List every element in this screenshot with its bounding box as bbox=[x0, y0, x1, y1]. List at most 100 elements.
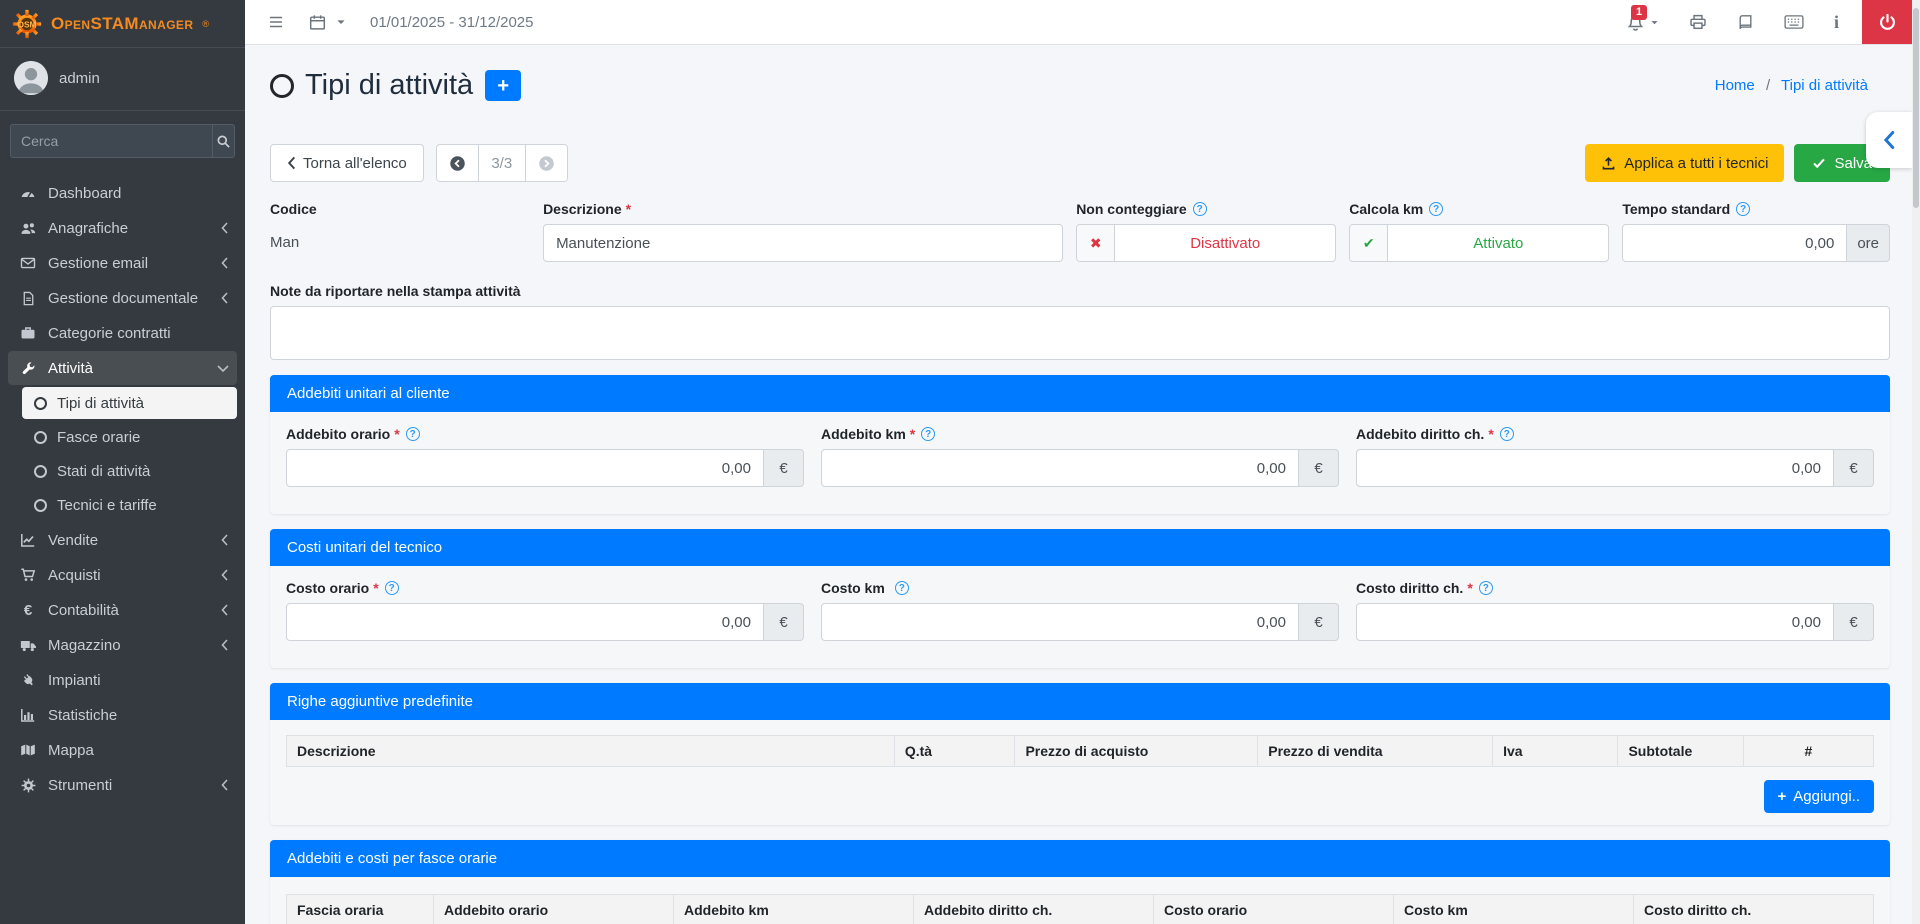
scrollbar-track[interactable] bbox=[1912, 0, 1920, 924]
descrizione-label: Descrizione bbox=[543, 201, 622, 217]
next-record-button[interactable] bbox=[525, 145, 567, 181]
sidebar-item-gestione-documentale[interactable]: Gestione documentale bbox=[8, 281, 237, 315]
help-icon[interactable]: ? bbox=[1193, 202, 1207, 216]
search-input[interactable] bbox=[10, 124, 212, 158]
required-asterisk: * bbox=[910, 426, 915, 442]
help-icon[interactable]: ? bbox=[1736, 202, 1750, 216]
sidebar-item-gestione-email[interactable]: Gestione email bbox=[8, 246, 237, 280]
chevron-down-icon bbox=[217, 364, 229, 373]
sidebar-item-impianti[interactable]: Impianti bbox=[8, 663, 237, 697]
apply-to-all-technicians-button[interactable]: Applica a tutti i tecnici bbox=[1585, 144, 1784, 182]
righe-aggiuntive-table: Descrizione Q.tà Prezzo di acquisto Prez… bbox=[286, 735, 1874, 767]
breadcrumb-current-link[interactable]: Tipi di attività bbox=[1781, 77, 1868, 94]
tempo-standard-input[interactable] bbox=[1622, 224, 1847, 262]
help-icon[interactable]: ? bbox=[385, 581, 399, 595]
wrench-icon bbox=[16, 361, 40, 376]
back-to-list-button[interactable]: Torna all'elenco bbox=[270, 144, 424, 182]
calcola-km-toggle[interactable]: ✔ Attivato bbox=[1349, 224, 1609, 262]
info-button[interactable]: i bbox=[1819, 13, 1854, 31]
column-header: Addebito orario bbox=[434, 895, 674, 924]
chevron-left-icon bbox=[220, 639, 229, 651]
costo-km-input[interactable] bbox=[821, 603, 1299, 641]
sidebar-item-label: Stati di attività bbox=[57, 463, 150, 480]
sidebar-item-strumenti[interactable]: Strumenti bbox=[8, 768, 237, 802]
field-costo-km: Costo km ? € bbox=[821, 580, 1339, 641]
user-panel[interactable]: admin bbox=[0, 48, 245, 111]
addebito-km-input[interactable] bbox=[821, 449, 1299, 487]
chart-line-icon bbox=[16, 532, 40, 548]
notifications-dropdown[interactable]: 1 bbox=[1611, 13, 1674, 32]
sidebar-item-fasce-orarie[interactable]: Fasce orarie bbox=[22, 421, 237, 453]
brand[interactable]: OSM OpenSTAManager ® bbox=[0, 0, 245, 48]
sidebar-item-label: Strumenti bbox=[48, 777, 112, 794]
apply-button-label: Applica a tutti i tecnici bbox=[1624, 155, 1768, 172]
previous-record-button[interactable] bbox=[437, 145, 479, 181]
envelope-icon bbox=[16, 255, 40, 271]
help-icon[interactable]: ? bbox=[1429, 202, 1443, 216]
descrizione-input[interactable] bbox=[543, 224, 1063, 262]
add-record-button[interactable]: + bbox=[485, 70, 521, 101]
search-button[interactable] bbox=[212, 124, 235, 158]
sidebar-nav: Dashboard Anagrafiche Gestione email bbox=[0, 176, 245, 802]
chevron-left-icon bbox=[220, 257, 229, 269]
sidebar-item-attivita[interactable]: Attività bbox=[8, 351, 237, 385]
non-conteggiare-toggle[interactable]: ✖ Disattivato bbox=[1076, 224, 1336, 262]
logout-button[interactable] bbox=[1862, 0, 1912, 44]
breadcrumb-separator: / bbox=[1766, 77, 1770, 94]
help-icon[interactable]: ? bbox=[1479, 581, 1493, 595]
sidebar-item-tipi-di-attivita[interactable]: Tipi di attività bbox=[22, 387, 237, 419]
field-descrizione: Descrizione* bbox=[543, 201, 1063, 262]
book-icon bbox=[1737, 14, 1754, 31]
note-textarea[interactable] bbox=[270, 306, 1890, 360]
costo-diritto-input[interactable] bbox=[1356, 603, 1834, 641]
sidebar-item-tecnici-e-tariffe[interactable]: Tecnici e tariffe bbox=[22, 489, 237, 521]
main-content: Tipi di attività + Home / Tipi di attivi… bbox=[245, 45, 1912, 924]
addebito-km-label: Addebito km bbox=[821, 426, 906, 442]
addebito-diritto-input[interactable] bbox=[1356, 449, 1834, 487]
costo-orario-input[interactable] bbox=[286, 603, 764, 641]
help-icon[interactable]: ? bbox=[895, 581, 909, 595]
record-pager: 3/3 bbox=[436, 144, 568, 182]
sidebar-item-anagrafiche[interactable]: Anagrafiche bbox=[8, 211, 237, 245]
bar-chart-icon bbox=[16, 707, 40, 723]
sidebar-item-label: Anagrafiche bbox=[48, 220, 128, 237]
card-header: Righe aggiuntive predefinite bbox=[270, 683, 1890, 720]
shortcuts-button[interactable] bbox=[1769, 13, 1819, 31]
sidebar-item-stati-di-attivita[interactable]: Stati di attività bbox=[22, 455, 237, 487]
hamburger-menu-icon[interactable] bbox=[267, 14, 285, 30]
print-button[interactable] bbox=[1674, 13, 1722, 31]
back-button-label: Torna all'elenco bbox=[303, 155, 407, 172]
help-icon[interactable]: ? bbox=[1500, 427, 1514, 441]
power-icon bbox=[1878, 13, 1897, 32]
help-icon[interactable]: ? bbox=[406, 427, 420, 441]
briefcase-icon bbox=[16, 325, 40, 341]
sidebar-item-label: Statistiche bbox=[48, 707, 117, 724]
sidebar-item-magazzino[interactable]: Magazzino bbox=[8, 628, 237, 662]
printer-icon bbox=[1689, 13, 1707, 31]
plus-icon: + bbox=[1778, 788, 1787, 805]
search-icon bbox=[216, 134, 231, 149]
help-icon[interactable]: ? bbox=[921, 427, 935, 441]
docs-button[interactable] bbox=[1722, 14, 1769, 31]
sidebar-item-label: Tipi di attività bbox=[57, 395, 144, 412]
field-codice: Codice Man bbox=[270, 201, 530, 262]
sidebar-item-mappa[interactable]: Mappa bbox=[8, 733, 237, 767]
sidebar-item-categorie-contratti[interactable]: Categorie contratti bbox=[8, 316, 237, 350]
sidebar-item-contabilita[interactable]: € Contabilità bbox=[8, 593, 237, 627]
costo-diritto-label: Costo diritto ch. bbox=[1356, 580, 1463, 596]
add-row-button[interactable]: + Aggiungi.. bbox=[1764, 780, 1874, 813]
sidebar-item-acquisti[interactable]: Acquisti bbox=[8, 558, 237, 592]
sidebar-item-dashboard[interactable]: Dashboard bbox=[8, 176, 237, 210]
addebito-orario-input[interactable] bbox=[286, 449, 764, 487]
sidebar-item-label: Gestione email bbox=[48, 255, 148, 272]
date-range[interactable]: 01/01/2025 - 31/12/2025 bbox=[370, 14, 533, 31]
record-position: 3/3 bbox=[479, 145, 525, 181]
scrollbar-thumb[interactable] bbox=[1913, 8, 1919, 208]
column-header: Iva bbox=[1493, 736, 1618, 767]
sidebar-item-statistiche[interactable]: Statistiche bbox=[8, 698, 237, 732]
calendar-dropdown[interactable] bbox=[309, 14, 346, 31]
card-header: Addebiti unitari al cliente bbox=[270, 375, 1890, 412]
breadcrumb-home-link[interactable]: Home bbox=[1715, 77, 1755, 94]
sidebar-item-vendite[interactable]: Vendite bbox=[8, 523, 237, 557]
side-panel-toggle[interactable] bbox=[1866, 112, 1912, 168]
